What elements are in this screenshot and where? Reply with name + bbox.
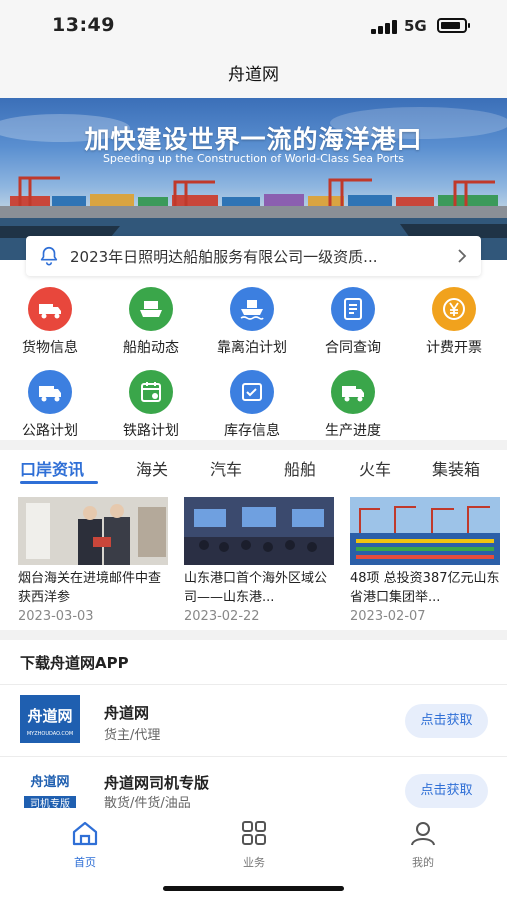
rail-calendar-icon bbox=[129, 370, 173, 414]
news-title: 烟台海关在进境邮件中查获西洋参 bbox=[18, 571, 162, 605]
bell-icon bbox=[40, 246, 58, 266]
news-date: 2023-02-22 bbox=[184, 609, 260, 624]
road-truck-icon bbox=[28, 370, 72, 414]
app-name: 舟道网 bbox=[104, 704, 150, 722]
menu-label: 船舶动态 bbox=[123, 340, 179, 356]
yen-icon bbox=[432, 287, 476, 331]
notice-bar[interactable]: 2023年日照明达船舶服务有限公司一级资质... bbox=[26, 236, 481, 276]
chevron-right-icon bbox=[458, 249, 467, 263]
menu-label: 生产进度 bbox=[325, 423, 381, 439]
news-date: 2023-02-07 bbox=[350, 609, 426, 624]
news-image bbox=[18, 497, 168, 565]
menu-label: 公路计划 bbox=[22, 423, 78, 439]
divider bbox=[0, 756, 507, 757]
progress-truck-icon bbox=[331, 370, 375, 414]
divider bbox=[0, 440, 507, 450]
network-label: 5G bbox=[404, 17, 427, 35]
menu-label: 货物信息 bbox=[22, 340, 78, 356]
menu-label: 计费开票 bbox=[426, 340, 482, 356]
truck-cargo-icon bbox=[28, 287, 72, 331]
tab-ship[interactable]: 船舶 bbox=[284, 456, 316, 480]
menu-label: 合同查询 bbox=[325, 340, 381, 356]
inventory-icon bbox=[230, 370, 274, 414]
news-title: 48项 总投资387亿元山东省港口集团举... bbox=[350, 571, 500, 605]
news-image bbox=[184, 497, 334, 565]
news-title: 山东港口首个海外区域公司——山东港... bbox=[184, 571, 328, 605]
app-desc: 货主/代理 bbox=[104, 728, 161, 743]
nav-label: 首页 bbox=[74, 856, 96, 869]
home-icon bbox=[72, 821, 98, 846]
menu-berth-plan[interactable]: 靠离泊计划 bbox=[202, 287, 302, 357]
tab-customs[interactable]: 海关 bbox=[136, 456, 168, 480]
page-title: 舟道网 bbox=[228, 65, 279, 85]
news-card[interactable]: 山东港口首个海外区域公司——山东港... 2023-02-22 bbox=[184, 497, 334, 624]
tab-active-indicator bbox=[20, 481, 98, 484]
tab-auto[interactable]: 汽车 bbox=[210, 456, 242, 480]
berth-ship-icon bbox=[230, 287, 274, 331]
news-card[interactable]: 48项 总投资387亿元山东省港口集团举... 2023-02-07 bbox=[350, 497, 500, 624]
logo-text: 舟道网 bbox=[27, 707, 72, 725]
tab-container[interactable]: 集装箱 bbox=[432, 456, 480, 480]
menu-ship-status[interactable]: 船舶动态 bbox=[101, 287, 201, 357]
status-bar: 13:49 5G bbox=[0, 0, 507, 56]
nav-business[interactable]: 业务 bbox=[214, 818, 294, 870]
menu-cargo-info[interactable]: 货物信息 bbox=[0, 287, 100, 357]
get-app-button[interactable]: 点击获取 bbox=[405, 774, 488, 808]
tab-train[interactable]: 火车 bbox=[359, 456, 391, 480]
app-header: 舟道网 bbox=[0, 56, 507, 98]
signal-icon bbox=[371, 20, 398, 34]
menu-road-plan[interactable]: 公路计划 bbox=[0, 370, 100, 440]
battery-icon bbox=[437, 18, 470, 33]
app-row: 舟道网 MYZHOUDAO.COM 舟道网 货主/代理 点击获取 bbox=[0, 686, 507, 756]
menu-label: 铁路计划 bbox=[123, 423, 179, 439]
news-tabs: 口岸资讯 海关 汽车 船舶 火车 集装箱 bbox=[0, 450, 507, 488]
app-name: 舟道网司机专版 bbox=[104, 774, 210, 792]
logo-subtext: MYZHOUDAO.COM bbox=[27, 731, 73, 737]
download-section-title: 下载舟道网APP bbox=[20, 654, 129, 672]
contract-icon bbox=[331, 287, 375, 331]
app-logo: 舟道网 司机专版 bbox=[20, 766, 80, 808]
news-image bbox=[350, 497, 500, 565]
app-logo: 舟道网 MYZHOUDAO.COM bbox=[20, 695, 80, 743]
get-app-button[interactable]: 点击获取 bbox=[405, 704, 488, 738]
home-indicator bbox=[163, 886, 344, 891]
menu-production-progress[interactable]: 生产进度 bbox=[303, 370, 403, 440]
notice-text: 2023年日照明达船舶服务有限公司一级资质... bbox=[70, 248, 378, 266]
divider bbox=[0, 630, 507, 640]
tab-port-news[interactable]: 口岸资讯 bbox=[20, 456, 84, 480]
logo-text: 舟道网 bbox=[30, 774, 69, 790]
ship-icon bbox=[129, 287, 173, 331]
logo-subtext: 司机专版 bbox=[30, 797, 70, 808]
banner-title: 加快建设世界一流的海洋港口 bbox=[84, 125, 423, 154]
divider bbox=[0, 684, 507, 685]
menu-inventory[interactable]: 库存信息 bbox=[202, 370, 302, 440]
banner-subtitle: Speeding up the Construction of World-Cl… bbox=[102, 152, 405, 165]
news-date: 2023-03-03 bbox=[18, 609, 94, 624]
nav-label: 我的 bbox=[412, 856, 434, 869]
nav-label: 业务 bbox=[243, 856, 265, 869]
user-icon bbox=[411, 822, 435, 846]
menu-label: 靠离泊计划 bbox=[217, 340, 287, 356]
status-time: 13:49 bbox=[52, 14, 115, 36]
app-row: 舟道网 司机专版 舟道网司机专版 散货/件货/油品 点击获取 bbox=[0, 758, 507, 808]
news-card[interactable]: 烟台海关在进境邮件中查获西洋参 2023-03-03 bbox=[18, 497, 168, 624]
menu-contract-query[interactable]: 合同查询 bbox=[303, 287, 403, 357]
menu-label: 库存信息 bbox=[224, 423, 280, 439]
menu-billing[interactable]: 计费开票 bbox=[404, 287, 504, 357]
menu-rail-plan[interactable]: 铁路计划 bbox=[101, 370, 201, 440]
grid-icon bbox=[242, 821, 266, 845]
app-desc: 散货/件货/油品 bbox=[104, 796, 191, 808]
nav-home[interactable]: 首页 bbox=[45, 818, 125, 870]
nav-mine[interactable]: 我的 bbox=[383, 818, 463, 870]
